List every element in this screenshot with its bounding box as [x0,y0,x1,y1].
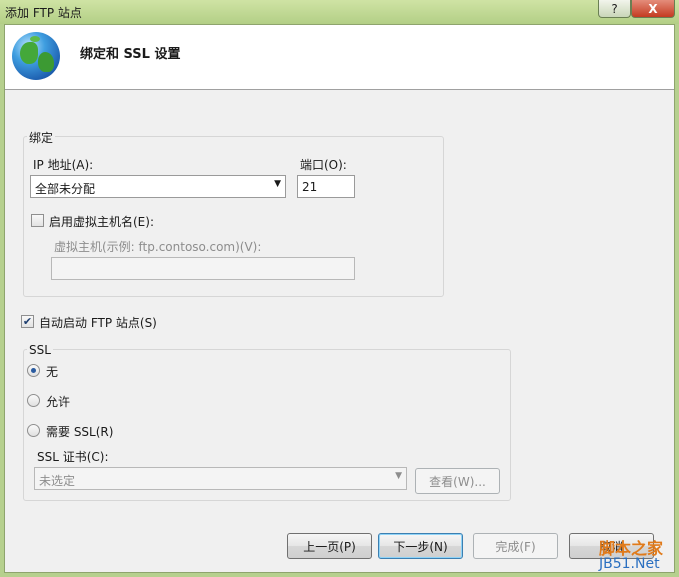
chevron-down-icon: ▼ [274,179,281,189]
next-button[interactable]: 下一步(N) [378,533,463,559]
view-cert-button[interactable]: 查看(W)... [415,468,500,494]
globe-land [20,42,38,64]
enable-virtual-host-label: 启用虚拟主机名(E): [49,215,154,229]
globe-land [38,52,54,72]
globe-land [30,36,40,42]
watermark-url: JB51.Net [599,556,660,572]
enable-virtual-host-checkbox[interactable] [31,214,44,227]
virtual-host-label: 虚拟主机(示例: ftp.contoso.com)(V): [54,240,262,254]
binding-group-label: 绑定 [27,129,56,146]
auto-start-checkbox[interactable]: ✔ [21,315,34,328]
ssl-none-label: 无 [46,365,59,379]
ip-address-select[interactable]: 全部未分配 ▼ [30,175,286,198]
close-button[interactable]: X [631,0,675,18]
previous-button[interactable]: 上一页(P) [287,533,372,559]
ssl-none-radio[interactable] [27,364,40,377]
port-input[interactable]: 21 [297,175,355,198]
page-title: 绑定和 SSL 设置 [80,47,181,62]
help-button[interactable]: ? [598,0,631,18]
port-label: 端口(O): [300,158,347,172]
globe-icon [12,32,60,80]
ssl-require-label: 需要 SSL(R) [46,425,114,439]
ssl-cert-value: 未选定 [39,474,76,488]
ip-address-label: IP 地址(A): [33,158,94,172]
port-value: 21 [302,180,318,194]
ssl-group-label: SSL [27,343,53,357]
finish-button[interactable]: 完成(F) [473,533,558,559]
chevron-down-icon: ▼ [395,471,402,481]
ssl-require-radio[interactable] [27,424,40,437]
ssl-cert-select[interactable]: 未选定 ▼ [34,467,407,490]
radio-dot-icon [31,368,36,373]
title-bar [0,0,679,24]
ssl-allow-radio[interactable] [27,394,40,407]
ssl-cert-label: SSL 证书(C): [37,450,109,464]
ssl-allow-label: 允许 [46,395,71,409]
virtual-host-input[interactable] [51,257,355,280]
checkmark-icon: ✔ [22,315,33,328]
window-title: 添加 FTP 站点 [5,6,82,20]
auto-start-label: 自动启动 FTP 站点(S) [39,316,157,330]
ip-address-value: 全部未分配 [35,182,96,196]
